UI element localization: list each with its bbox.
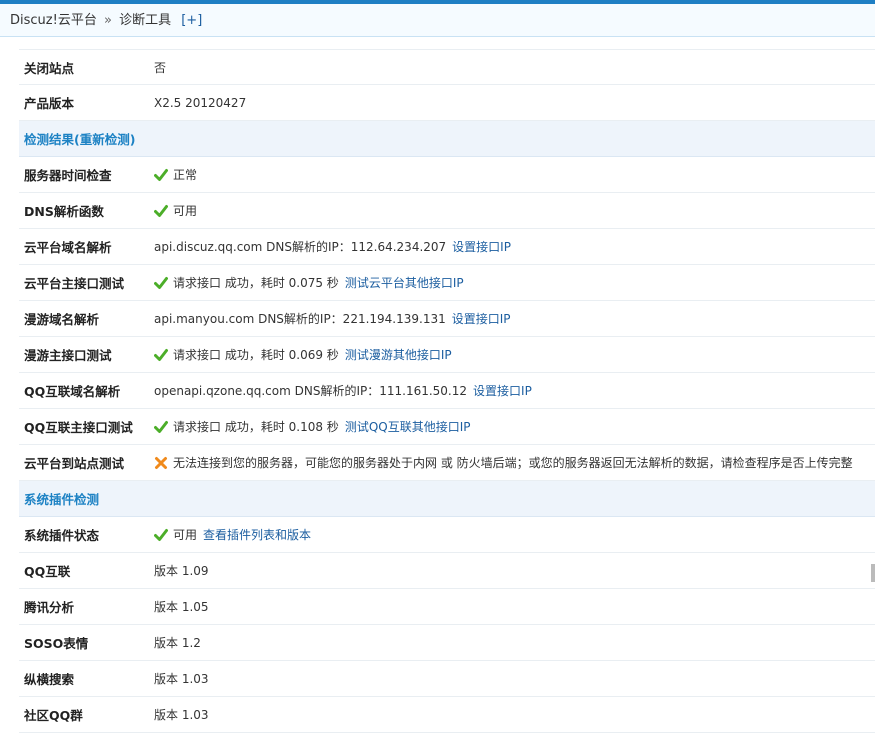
- row-action-link[interactable]: 测试漫游其他接口IP: [345, 346, 452, 363]
- table-row: 产品版本 X2.5 20120427: [19, 85, 875, 121]
- table-row: QQ互联域名解析 openapi.qzone.qq.com DNS解析的IP：11…: [19, 373, 875, 409]
- row-label: 产品版本: [24, 96, 75, 111]
- row-value: 可用: [173, 204, 198, 218]
- table-row: 关闭站点 否: [19, 49, 875, 85]
- row-value-cell: openapi.qzone.qq.com DNS解析的IP：111.161.50…: [154, 382, 532, 399]
- section-header: 检测结果(重新检测): [19, 121, 875, 157]
- section-header: 系统插件检测: [19, 481, 875, 517]
- row-value: 请求接口 成功，耗时 0.069 秒: [173, 348, 339, 362]
- row-value-cell: 正常: [154, 166, 197, 183]
- row-value: 版本 1.03: [154, 672, 209, 686]
- row-label: 纵横搜索: [24, 672, 75, 687]
- row-value-cell: 请求接口 成功，耗时 0.075 秒测试云平台其他接口IP: [154, 274, 464, 291]
- breadcrumb-current: 诊断工具: [119, 13, 172, 28]
- table-row: QQ互联 版本 1.09: [19, 553, 875, 589]
- row-value-cell: 版本 1.2: [154, 634, 201, 651]
- table-row: QQ互联主接口测试 请求接口 成功，耗时 0.108 秒测试QQ互联其他接口IP: [19, 409, 875, 445]
- row-value-cell: X2.5 20120427: [154, 96, 246, 110]
- row-label: 关闭站点: [24, 60, 75, 76]
- row-label: 云平台主接口测试: [24, 276, 125, 291]
- check-icon: [154, 276, 168, 290]
- row-value-cell: api.discuz.qq.com DNS解析的IP：112.64.234.20…: [154, 238, 511, 255]
- row-value-cell: api.manyou.com DNS解析的IP：221.194.139.131 设…: [154, 310, 511, 327]
- row-value: 正常: [173, 168, 198, 182]
- table-row: 社区QQ群 版本 1.03: [19, 697, 875, 733]
- check-icon: [154, 348, 168, 362]
- row-value-cell: 否: [154, 59, 166, 76]
- table-row: SOSO表情 版本 1.2: [19, 625, 875, 661]
- scrollbar-handle[interactable]: [871, 564, 875, 582]
- row-label: 漫游主接口测试: [24, 348, 112, 363]
- row-label: 服务器时间检查: [24, 168, 112, 183]
- row-value: 否: [154, 60, 167, 75]
- diagnostics-table: 关闭站点 否产品版本 X2.5 20120427 检测结果(重新检测) 服务器时间检查 正…: [19, 49, 875, 733]
- table-row: 漫游主接口测试 请求接口 成功，耗时 0.069 秒测试漫游其他接口IP: [19, 337, 875, 373]
- row-value-cell: 请求接口 成功，耗时 0.108 秒测试QQ互联其他接口IP: [154, 418, 470, 435]
- row-value: X2.5 20120427: [154, 95, 247, 110]
- row-value: api.manyou.com DNS解析的IP：221.194.139.131: [154, 312, 446, 326]
- table-row: 云平台域名解析 api.discuz.qq.com DNS解析的IP：112.64…: [19, 229, 875, 265]
- row-value-cell: 可用: [154, 202, 197, 219]
- row-label: DNS解析函数: [24, 204, 104, 219]
- row-value-cell: 版本 1.05: [154, 598, 209, 615]
- table-row: 纵横搜索 版本 1.03: [19, 661, 875, 697]
- row-action-link[interactable]: 测试QQ互联其他接口IP: [345, 418, 471, 435]
- table-row: 云平台主接口测试 请求接口 成功，耗时 0.075 秒测试云平台其他接口IP: [19, 265, 875, 301]
- row-value: openapi.qzone.qq.com DNS解析的IP：111.161.50…: [154, 384, 468, 398]
- section-title[interactable]: 检测结果(重新检测): [19, 129, 135, 148]
- check-icon: [154, 420, 168, 434]
- breadcrumb-expand-button[interactable]: [+]: [181, 13, 202, 28]
- row-value-cell: 版本 1.09: [154, 562, 209, 579]
- breadcrumb-root[interactable]: Discuz!云平台: [10, 13, 97, 28]
- row-value-cell: 版本 1.03: [154, 670, 209, 687]
- table-row: 云平台到站点测试 无法连接到您的服务器，可能您的服务器处于内网 或 防火墙后端；或…: [19, 445, 875, 481]
- row-action-link[interactable]: 设置接口IP: [452, 310, 511, 327]
- row-label: 社区QQ群: [24, 708, 83, 723]
- row-value: 版本 1.05: [154, 600, 209, 614]
- row-value: 无法连接到您的服务器，可能您的服务器处于内网 或 防火墙后端；或您的服务器返回无…: [173, 456, 853, 470]
- row-label: QQ互联域名解析: [24, 384, 121, 399]
- row-value: 版本 1.03: [154, 708, 209, 722]
- row-label: 腾讯分析: [24, 600, 75, 615]
- row-action-link[interactable]: 测试云平台其他接口IP: [345, 274, 464, 291]
- row-action-link[interactable]: 设置接口IP: [473, 382, 532, 399]
- row-value: 版本 1.2: [154, 636, 201, 650]
- row-value: api.discuz.qq.com DNS解析的IP：112.64.234.20…: [154, 240, 447, 254]
- breadcrumb: Discuz!云平台 » 诊断工具 [+]: [0, 4, 875, 37]
- breadcrumb-separator: »: [103, 13, 112, 28]
- row-label: SOSO表情: [24, 636, 89, 651]
- check-icon: [154, 528, 168, 542]
- row-action-link[interactable]: 设置接口IP: [452, 238, 511, 255]
- row-value: 可用: [173, 528, 198, 542]
- row-value-cell: 版本 1.03: [154, 706, 209, 723]
- table-row: 系统插件状态 可用 查看插件列表和版本: [19, 517, 875, 553]
- check-icon: [154, 204, 168, 218]
- row-label: QQ互联: [24, 564, 71, 579]
- table-row: 漫游域名解析 api.manyou.com DNS解析的IP：221.194.13…: [19, 301, 875, 337]
- cross-icon: [154, 456, 168, 470]
- table-row: 服务器时间检查 正常: [19, 157, 875, 193]
- row-label: 系统插件状态: [24, 528, 100, 543]
- table-row: 腾讯分析 版本 1.05: [19, 589, 875, 625]
- row-action-link[interactable]: 查看插件列表和版本: [203, 526, 311, 543]
- section-title[interactable]: 系统插件检测: [19, 489, 99, 508]
- row-label: 漫游域名解析: [24, 312, 100, 327]
- row-value: 版本 1.09: [154, 564, 209, 578]
- row-label: QQ互联主接口测试: [24, 420, 133, 435]
- table-row: DNS解析函数 可用: [19, 193, 875, 229]
- row-value: 请求接口 成功，耗时 0.075 秒: [173, 276, 339, 290]
- row-value-cell: 可用 查看插件列表和版本: [154, 526, 311, 543]
- row-label: 云平台到站点测试: [24, 456, 125, 471]
- row-value-cell: 无法连接到您的服务器，可能您的服务器处于内网 或 防火墙后端；或您的服务器返回无…: [154, 454, 853, 471]
- row-value: 请求接口 成功，耗时 0.108 秒: [173, 420, 339, 434]
- row-label: 云平台域名解析: [24, 240, 112, 255]
- check-icon: [154, 168, 168, 182]
- row-value-cell: 请求接口 成功，耗时 0.069 秒测试漫游其他接口IP: [154, 346, 452, 363]
